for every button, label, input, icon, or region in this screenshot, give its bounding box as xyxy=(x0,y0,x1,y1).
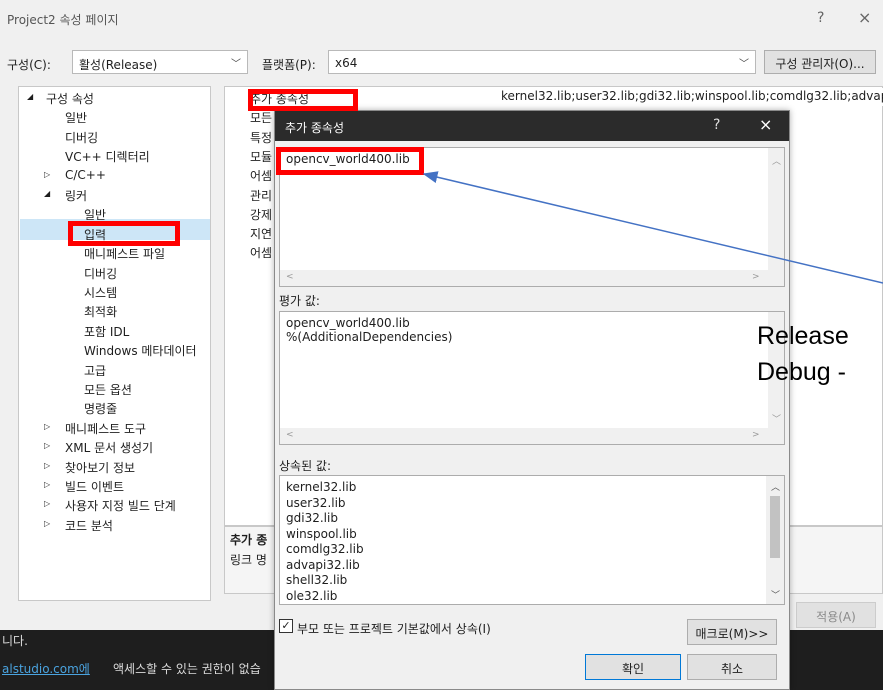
annotation-text-release: Release xyxy=(757,322,849,350)
annotation-arrow xyxy=(422,171,883,284)
annotation-text-debug: Debug - xyxy=(757,358,846,386)
